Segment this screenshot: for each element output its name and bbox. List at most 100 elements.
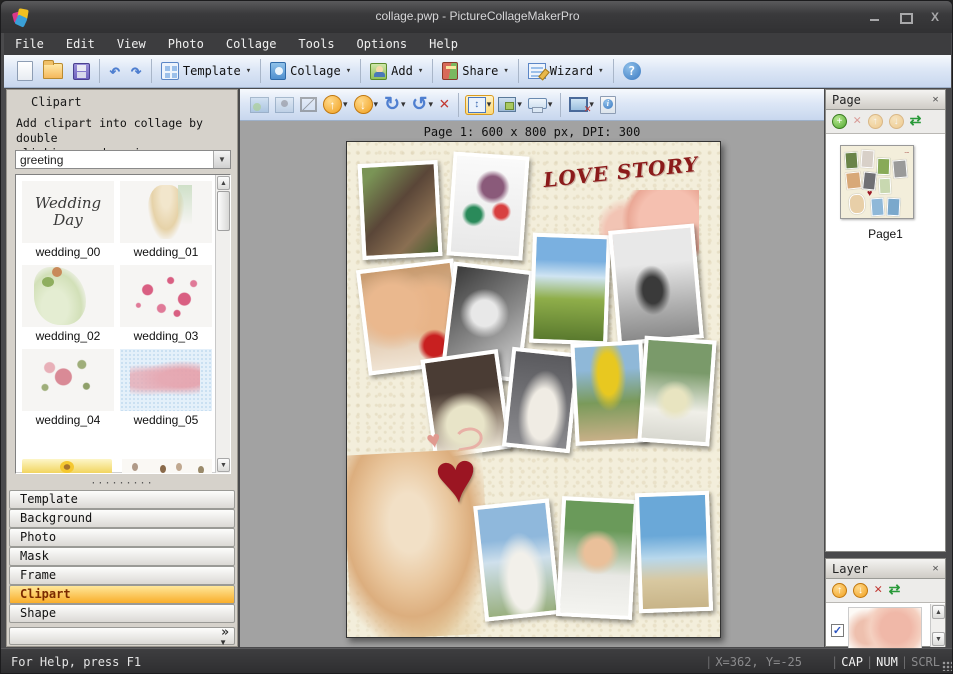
chevron-down-icon[interactable]: ▼ — [213, 151, 230, 168]
collage-photo-bride-white[interactable] — [637, 336, 716, 447]
sunflower-art[interactable] — [22, 459, 112, 474]
wizard-button[interactable]: Wizard▾ — [523, 61, 609, 81]
clipart-item-wedding_02[interactable]: wedding_02 — [22, 265, 114, 343]
collage-photo-beach-kiss[interactable] — [473, 498, 561, 621]
save-button[interactable] — [68, 61, 95, 82]
clipart-partial-row — [22, 459, 212, 474]
collage-button[interactable]: Collage▾ — [265, 60, 356, 82]
panel-splitter[interactable]: ········· — [7, 478, 237, 489]
template-grid-icon — [161, 62, 179, 80]
layer-down-button[interactable]: ↓ — [853, 583, 868, 598]
swap-photo-button[interactable] — [248, 96, 271, 114]
menu-photo[interactable]: Photo — [157, 33, 215, 55]
collage-photo-yellow-shirt-beach[interactable] — [570, 340, 647, 446]
redo-button[interactable]: ↷ — [125, 60, 146, 82]
page-down-button[interactable]: ↓ — [889, 114, 904, 129]
undo-button[interactable]: ↶ — [104, 60, 125, 82]
love-story-title[interactable]: LOVE STORY — [542, 152, 700, 192]
accordion-mask[interactable]: Mask — [9, 547, 235, 566]
page-up-button[interactable]: ↑ — [868, 114, 883, 129]
clipart-panel-title: Clipart — [31, 95, 82, 109]
collage-icon — [270, 62, 286, 80]
refresh-layers-button[interactable]: ⇄ — [889, 582, 901, 599]
close-icon[interactable]: × — [932, 561, 939, 576]
layer-scrollbar[interactable]: ▲ ▼ — [930, 604, 945, 647]
resize-icon — [528, 98, 547, 109]
accordion-clipart-selected[interactable]: Clipart — [9, 585, 235, 604]
clipart-item-wedding_00[interactable]: WeddingDay wedding_00 — [22, 181, 114, 259]
clipart-category-select[interactable]: greeting ▼ — [15, 150, 231, 169]
heart-clipart[interactable]: ♥ — [431, 440, 481, 516]
scroll-down-icon[interactable]: ▼ — [932, 632, 945, 646]
delete-button[interactable]: × — [437, 94, 452, 116]
bring-forward-button[interactable]: ↑▾ — [321, 94, 350, 115]
clipart-item-wedding_05-selected[interactable]: wedding_05 — [120, 349, 212, 427]
clipart-scrollbar[interactable]: ▲ ▼ — [215, 175, 230, 473]
collage-page[interactable]: LOVE STORY ♥ ♥ — [346, 141, 721, 638]
accordion-frame[interactable]: Frame — [9, 566, 235, 585]
scroll-up-icon[interactable]: ▲ — [932, 605, 945, 619]
scroll-up-icon[interactable]: ▲ — [217, 176, 230, 190]
new-button[interactable] — [12, 59, 38, 83]
scrollbar-thumb[interactable] — [217, 191, 230, 231]
help-button[interactable]: ? — [618, 60, 646, 82]
menu-options[interactable]: Options — [346, 33, 419, 55]
crop-button[interactable] — [298, 96, 319, 113]
minimize-button[interactable] — [868, 10, 882, 24]
menu-bar: File Edit View Photo Collage Tools Optio… — [4, 33, 951, 55]
small-figures-art[interactable] — [122, 459, 212, 474]
page1-thumbnail[interactable]: ~~ ♥ — [840, 145, 914, 219]
menu-edit[interactable]: Edit — [55, 33, 106, 55]
rotate-ccw-button[interactable]: ↺▾ — [410, 94, 435, 116]
add-person-photo-button[interactable] — [273, 96, 296, 114]
collage-photo-family-beach[interactable] — [635, 491, 713, 614]
chevron-down-icon: ▾ — [548, 99, 553, 110]
template-button[interactable]: Template▾ — [156, 60, 256, 82]
add-label: Add — [391, 64, 413, 78]
accordion-shape[interactable]: Shape — [9, 604, 235, 623]
open-button[interactable] — [38, 61, 68, 81]
page-panel-toolbar: + × ↑ ↓ ⇄ — [826, 110, 945, 134]
clipart-item-wedding_04[interactable]: wedding_04 — [22, 349, 114, 427]
menu-tools[interactable]: Tools — [287, 33, 345, 55]
collage-photo-bw-beach-man[interactable] — [608, 223, 704, 345]
delete-layer-button[interactable]: × — [874, 583, 883, 598]
resize-grip[interactable] — [942, 661, 952, 671]
layer-up-button[interactable]: ↑ — [832, 583, 847, 598]
clipart-thumbnail: WeddingDay — [22, 181, 114, 243]
chevron-down-icon[interactable]: ▼ — [219, 638, 227, 647]
share-button[interactable]: Share▾ — [437, 60, 514, 82]
send-backward-button[interactable]: ↓▾ — [352, 94, 381, 115]
close-button[interactable]: X — [928, 10, 942, 24]
layer-visibility-checkbox[interactable]: ✓ — [831, 624, 844, 637]
collage-photo-bride-dark[interactable] — [502, 347, 580, 454]
menu-view[interactable]: View — [106, 33, 157, 55]
clipart-item-wedding_03[interactable]: wedding_03 — [120, 265, 212, 343]
rotate-cw-button[interactable]: ↻▾ — [382, 94, 407, 116]
menu-collage[interactable]: Collage — [215, 33, 288, 55]
resize-button[interactable]: ▾ — [526, 98, 555, 111]
add-button[interactable]: Add▾ — [365, 61, 428, 82]
layer-row-rose[interactable]: ✓ — [828, 606, 930, 650]
maximize-button[interactable] — [898, 10, 912, 24]
preview-monitor-icon — [569, 97, 588, 112]
collage-photo-shopping-couple[interactable] — [446, 151, 529, 260]
delete-page-button[interactable]: × — [853, 114, 862, 129]
collage-photo-couple-garden[interactable] — [529, 233, 611, 346]
scroll-down-icon[interactable]: ▼ — [217, 458, 230, 472]
collage-photo-kissing-couple[interactable] — [358, 160, 443, 260]
close-icon[interactable]: × — [932, 92, 939, 107]
properties-button[interactable] — [598, 95, 618, 115]
accordion-template[interactable]: Template — [9, 490, 235, 509]
align-button[interactable]: ▾ — [496, 96, 524, 113]
accordion-photo[interactable]: Photo — [9, 528, 235, 547]
fit-page-button-active[interactable]: ↕▾ — [465, 95, 495, 115]
clipart-item-wedding_01[interactable]: wedding_01 — [120, 181, 212, 259]
collage-photo-bride-smiling[interactable] — [556, 496, 638, 620]
accordion-background[interactable]: Background — [9, 509, 235, 528]
menu-help[interactable]: Help — [418, 33, 469, 55]
menu-file[interactable]: File — [4, 33, 55, 55]
add-page-button[interactable]: + — [832, 114, 847, 129]
refresh-pages-button[interactable]: ⇄ — [910, 113, 922, 130]
preview-button[interactable]: ▾ — [567, 96, 596, 113]
